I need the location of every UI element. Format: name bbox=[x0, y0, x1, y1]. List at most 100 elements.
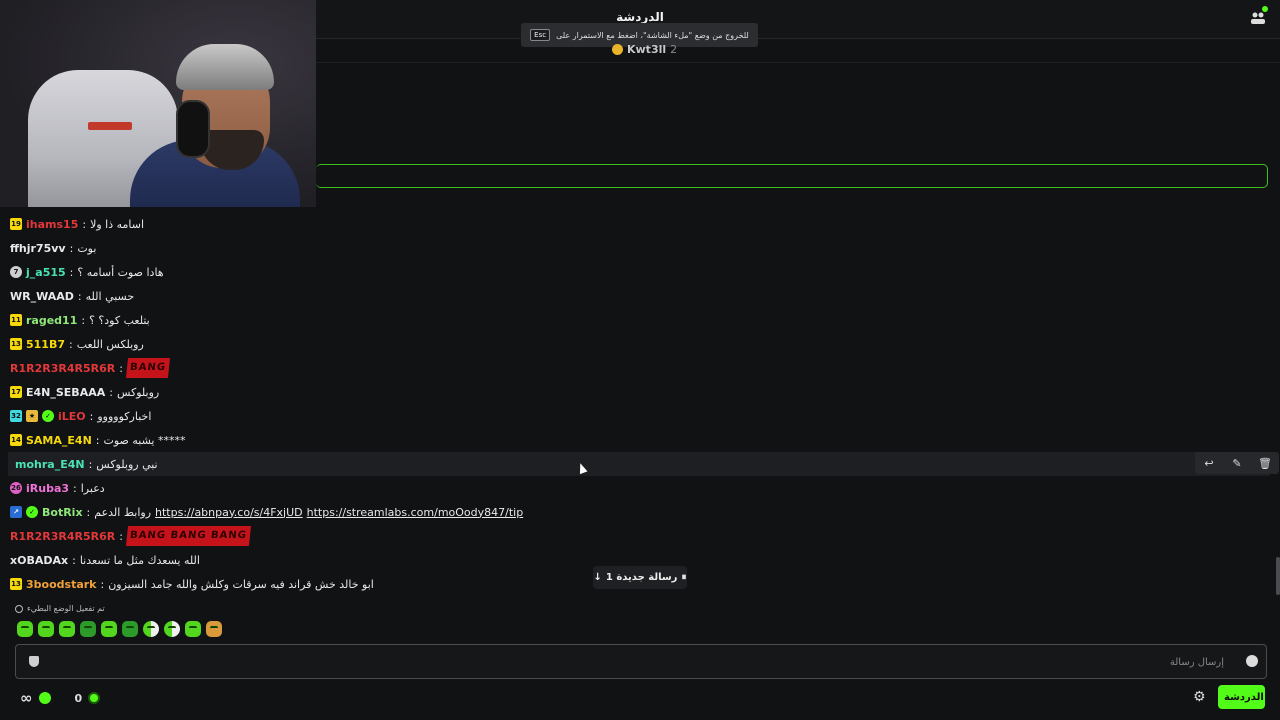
chat-message[interactable]: WR_WAAD: حسبي الله bbox=[10, 284, 134, 308]
support-link-1[interactable]: https://abnpay.co/s/4FxjUD bbox=[155, 506, 303, 519]
pinned-username: Kwt3ll bbox=[627, 43, 667, 56]
emote-bar bbox=[17, 621, 222, 637]
chat-message[interactable]: 19 ihams15: اسامه ذا ولا bbox=[10, 212, 144, 236]
chat-message[interactable]: 14 SAMA_E4N: ***** يشبه صوت bbox=[10, 428, 185, 452]
new-messages-label: 1 رسالة جديدة bbox=[605, 572, 678, 583]
chat-message[interactable]: ffhjr75vv: بوت bbox=[10, 236, 96, 260]
username[interactable]: mohra_E4N bbox=[15, 458, 85, 471]
sub-badge: 13 bbox=[10, 338, 22, 350]
chat-message[interactable]: 32 ★ ✓ iLEO: اخباركووووو bbox=[10, 404, 151, 428]
pause-icon: ⏸ bbox=[681, 572, 687, 583]
sub-badge: 19 bbox=[10, 218, 22, 230]
sub-badge: 11 bbox=[10, 314, 22, 326]
emote-icon[interactable] bbox=[59, 621, 75, 637]
username[interactable]: R1R2R3R4R5R6R bbox=[10, 362, 115, 375]
username[interactable]: iRuba3 bbox=[26, 482, 69, 495]
username[interactable]: raged11 bbox=[26, 314, 77, 327]
highlight-frame bbox=[316, 164, 1268, 188]
pinned-count: 2 bbox=[670, 43, 678, 56]
chat-message[interactable]: 17 E4N_SEBAAA: روبلوكس bbox=[10, 380, 159, 404]
chat-message[interactable]: 7 j_a515: هادا صوت أسامه ؟ bbox=[10, 260, 164, 284]
chat-message[interactable]: 13 511B7: روبلكس اللعب bbox=[10, 332, 144, 356]
username[interactable]: ihams15 bbox=[26, 218, 78, 231]
message-text: ***** يشبه صوت bbox=[103, 433, 186, 447]
emote-icon[interactable] bbox=[164, 621, 180, 637]
username[interactable]: WR_WAAD bbox=[10, 290, 74, 303]
username[interactable]: xOBADAx bbox=[10, 554, 68, 567]
chat-input[interactable] bbox=[66, 651, 1226, 673]
chat-message[interactable]: 26 iRuba3: دعبرا bbox=[10, 476, 105, 500]
emote-icon[interactable] bbox=[143, 621, 159, 637]
message-text: ابو خالد خش قراند فيه سرقات وكلش والله ج… bbox=[108, 577, 374, 591]
chat-send-button[interactable]: الدردشة bbox=[1218, 685, 1265, 709]
bang-emote: BANG bbox=[125, 358, 170, 378]
headphone bbox=[176, 100, 210, 158]
users-icon[interactable] bbox=[1250, 6, 1268, 26]
emote-icon[interactable] bbox=[38, 621, 54, 637]
message-text: حسبي الله bbox=[85, 289, 135, 303]
kick-coin-icon[interactable] bbox=[88, 692, 101, 704]
reply-icon[interactable]: ↩ bbox=[1199, 457, 1219, 470]
emote-icon[interactable] bbox=[80, 621, 96, 637]
slow-mode-text: تم تفعيل الوضع البطيء bbox=[27, 604, 105, 613]
message-text: بوت bbox=[77, 241, 97, 255]
chat-message[interactable]: 13 3boodstark: ابو خالد خش قراند فيه سرق… bbox=[10, 572, 374, 596]
gifter-badge-icon: ★ bbox=[26, 410, 38, 422]
emote-icon[interactable] bbox=[101, 621, 117, 637]
pinned-user[interactable]: Kwt3ll 2 bbox=[612, 43, 677, 56]
arrow-down-icon: ↓ bbox=[593, 572, 602, 583]
clock-icon bbox=[15, 604, 23, 613]
support-link-2[interactable]: https://streamlabs.com/moOody847/tip bbox=[307, 506, 524, 519]
message-text: دعبرا bbox=[80, 481, 105, 495]
emote-icon[interactable] bbox=[17, 621, 33, 637]
message-text: اسامه ذا ولا bbox=[90, 217, 145, 231]
username[interactable]: ffhjr75vv bbox=[10, 242, 66, 255]
chat-message[interactable]: 11 raged11: بتلعب كود؟ ؟ bbox=[10, 308, 150, 332]
footer-stats: ∞ 0 bbox=[20, 689, 101, 707]
emote-icon[interactable] bbox=[206, 621, 222, 637]
shield-icon[interactable] bbox=[29, 656, 39, 667]
sub-badge: 14 bbox=[10, 434, 22, 446]
new-messages-button[interactable]: ↓ 1 رسالة جديدة ⏸ bbox=[593, 566, 687, 589]
verified-icon: ✓ bbox=[26, 506, 38, 518]
message-text: روبلكس اللعب bbox=[76, 337, 144, 351]
toast-text: للخروج من وضع "ملء الشاشة"، اضغط مع الاس… bbox=[556, 30, 749, 40]
chat-message[interactable]: ↗ ✓ BotRix: روابط الدعم https://abnpay.c… bbox=[10, 500, 523, 524]
message-text: بتلعب كود؟ ؟ bbox=[89, 313, 150, 327]
username[interactable]: BotRix bbox=[42, 506, 83, 519]
message-text: الله يسعدك مثل ما تسعدنا bbox=[79, 553, 200, 567]
emoji-icon[interactable] bbox=[1246, 655, 1258, 667]
chat-message[interactable]: xOBADAx: الله يسعدك مثل ما تسعدنا bbox=[10, 548, 200, 572]
sub-badge: 7 bbox=[10, 266, 22, 278]
username[interactable]: R1R2R3R4R5R6R bbox=[10, 530, 115, 543]
username[interactable]: 3boodstark bbox=[26, 578, 97, 591]
chat-message[interactable]: R1R2R3R4R5R6R: BANG bbox=[10, 356, 170, 380]
message-text: روبلوكس bbox=[116, 385, 160, 399]
username[interactable]: 511B7 bbox=[26, 338, 65, 351]
infinity-icon: ∞ bbox=[20, 689, 33, 707]
sub-badge: 32 bbox=[10, 410, 22, 422]
chat-message[interactable]: R1R2R3R4R5R6R: BANG BANG BANG bbox=[10, 524, 251, 548]
chat-message-hovered[interactable]: mohra_E4N: نبي روبلوكس bbox=[8, 452, 1270, 476]
emote-icon[interactable] bbox=[185, 621, 201, 637]
message-text: اخباركووووو bbox=[97, 409, 152, 423]
sub-badge: 13 bbox=[10, 578, 22, 590]
username[interactable]: j_a515 bbox=[26, 266, 66, 279]
pin-icon[interactable]: ✎ bbox=[1227, 457, 1247, 470]
emote-icon[interactable] bbox=[122, 621, 138, 637]
username[interactable]: SAMA_E4N bbox=[26, 434, 92, 447]
scrollbar-thumb[interactable] bbox=[1276, 557, 1280, 595]
gear-icon[interactable]: ⚙ bbox=[1193, 690, 1207, 704]
esc-key: Esc bbox=[530, 29, 551, 41]
bang-emote: BANG BANG BANG bbox=[125, 526, 251, 546]
message-text: نبي روبلوكس bbox=[96, 457, 158, 471]
message-text: هادا صوت أسامه ؟ bbox=[77, 265, 164, 279]
delete-icon[interactable]: 🗑 bbox=[1255, 457, 1275, 470]
points-count: 0 bbox=[74, 691, 83, 705]
coin-icon bbox=[612, 44, 623, 55]
divider bbox=[316, 62, 1280, 63]
username[interactable]: iLEO bbox=[58, 410, 86, 423]
bot-icon: ↗ bbox=[10, 506, 22, 518]
username[interactable]: E4N_SEBAAA bbox=[26, 386, 105, 399]
message-actions: ↩ ✎ 🗑 bbox=[1195, 452, 1279, 474]
